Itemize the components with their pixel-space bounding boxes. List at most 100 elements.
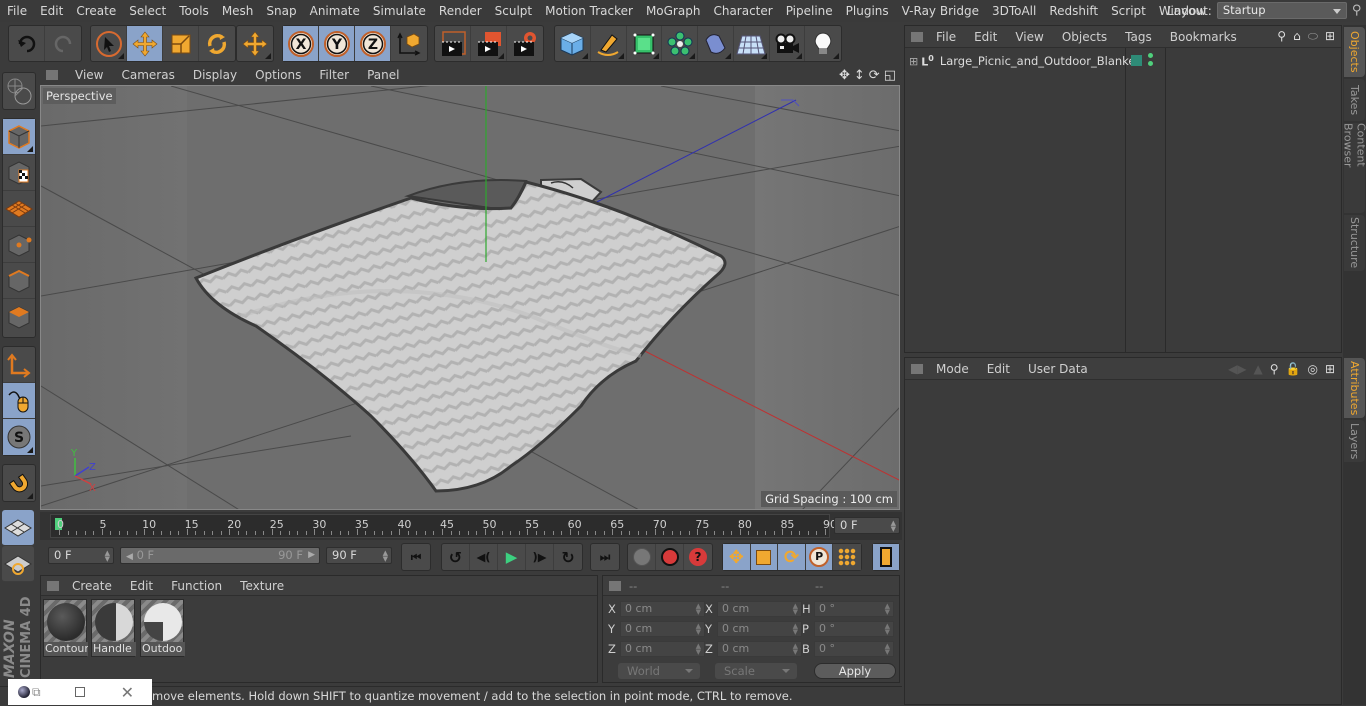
undo-button[interactable]	[9, 26, 45, 61]
texture-mode-button[interactable]	[3, 155, 35, 191]
coord-field[interactable]: 0 cm ▲ ▼	[717, 641, 802, 657]
model-mode-button[interactable]	[3, 119, 35, 155]
tab-takes[interactable]: Takes	[1344, 79, 1365, 121]
viewport-menu-options[interactable]: Options	[246, 68, 310, 82]
menu-select[interactable]: Select	[122, 4, 172, 18]
workplane-mode-button[interactable]	[3, 191, 35, 227]
tweak-mode-button[interactable]	[3, 383, 35, 419]
visibility-dot-editor[interactable]	[1131, 55, 1142, 66]
range-left-arrow-icon[interactable]: ◀	[126, 552, 133, 562]
object-menu-objects[interactable]: Objects	[1053, 30, 1116, 44]
menu-simulate[interactable]: Simulate	[366, 4, 432, 18]
cube-object-button[interactable]	[555, 26, 591, 61]
tab-objects[interactable]: Objects	[1344, 27, 1365, 77]
enable-axis-button[interactable]	[3, 347, 35, 383]
key-rotation-button[interactable]: ⟳	[778, 544, 806, 570]
record-button[interactable]	[656, 544, 684, 570]
lock-icon[interactable]: 🔓	[1286, 362, 1301, 376]
render-to-picture-viewer-button[interactable]	[471, 26, 507, 61]
search-icon[interactable]: ⚲	[1270, 362, 1279, 376]
search-icon[interactable]: ⚲	[1352, 3, 1362, 18]
menu-edit[interactable]: Edit	[33, 4, 69, 18]
key-parameter-button[interactable]: P	[805, 544, 834, 570]
play-button[interactable]: ▶	[498, 544, 526, 570]
record-active-objects-button[interactable]	[628, 544, 656, 570]
next-key-button[interactable]: ↻	[554, 544, 582, 570]
menu-motion-tracker[interactable]: Motion Tracker	[538, 4, 639, 18]
next-frame-button[interactable]: )▶	[526, 544, 554, 570]
home-icon[interactable]: ⌂	[1293, 29, 1301, 44]
menu-script[interactable]: Script	[1104, 4, 1152, 18]
tab-attributes[interactable]: Attributes	[1344, 358, 1365, 418]
pen-spline-button[interactable]	[591, 26, 627, 61]
coord-field[interactable]: 0 ° ▲ ▼	[814, 601, 894, 617]
scale-tool-button[interactable]	[163, 26, 199, 61]
select-tool-button[interactable]	[91, 26, 127, 61]
panel-grip[interactable]	[911, 363, 923, 374]
autokey-button[interactable]: ?	[684, 544, 712, 570]
snap-button[interactable]	[3, 465, 35, 501]
snap-solo-button[interactable]: S	[3, 419, 35, 455]
object-name[interactable]: Large_Picnic_and_Outdoor_Blanket	[940, 54, 1140, 68]
x-axis-lock-button[interactable]: X	[283, 26, 319, 61]
toggle-layout-icon[interactable]: ◱	[884, 68, 896, 83]
redo-button[interactable]	[45, 26, 81, 61]
tab-structure[interactable]: Structure	[1344, 215, 1365, 271]
panel-grip[interactable]	[47, 580, 59, 591]
layout-dropdown[interactable]: Startup	[1216, 2, 1347, 19]
target-icon[interactable]: ◎	[1307, 362, 1317, 376]
render-toggle[interactable]	[1148, 61, 1153, 66]
object-menu-tags[interactable]: Tags	[1116, 30, 1161, 44]
previous-frame-button[interactable]: ◀(	[470, 544, 498, 570]
edges-mode-button[interactable]	[3, 263, 35, 299]
render-view-button[interactable]	[435, 26, 471, 61]
menu-create[interactable]: Create	[69, 4, 122, 18]
menu-mograph[interactable]: MoGraph	[639, 4, 707, 18]
go-to-end-button[interactable]: ⏭	[591, 544, 619, 570]
menu-character[interactable]: Character	[706, 4, 778, 18]
new-view-icon[interactable]: ⊞	[1325, 362, 1335, 376]
key-scale-button[interactable]	[750, 544, 779, 570]
menu-3dtoall[interactable]: 3DToAll	[985, 4, 1042, 18]
timeline-window-button[interactable]	[873, 544, 899, 570]
menu-render[interactable]: Render	[432, 4, 488, 18]
coord-field[interactable]: 0 cm ▲ ▼	[620, 621, 705, 637]
workplane-settings-button[interactable]	[2, 546, 34, 582]
back-arrow-icon[interactable]: ◀▶	[1228, 362, 1246, 376]
menu-sculpt[interactable]: Sculpt	[488, 4, 538, 18]
coord-field[interactable]: 0 cm ▲ ▼	[717, 621, 802, 637]
object-menu-bookmarks[interactable]: Bookmarks	[1161, 30, 1246, 44]
3d-viewport[interactable]: Y Z X Perspective Grid Spacing : 100 cm	[40, 85, 900, 510]
render-settings-button[interactable]	[507, 26, 543, 61]
timeline-ruler[interactable]: 0 5 10 15 20 25 30 35 40 45 50 55 60 65 70 75 80 85 90	[50, 514, 837, 538]
attributes-menu-edit[interactable]: Edit	[978, 362, 1019, 376]
viewport-menu-view[interactable]: View	[66, 68, 112, 82]
material-swatch[interactable]: Handle	[91, 599, 136, 657]
camera-button[interactable]	[770, 26, 806, 61]
dolly-view-icon[interactable]: ↕	[854, 68, 865, 83]
subdivision-surface-button[interactable]	[627, 26, 663, 61]
apply-button[interactable]: Apply	[814, 663, 896, 679]
menu-file[interactable]: File	[0, 4, 33, 18]
object-menu-edit[interactable]: Edit	[965, 30, 1006, 44]
range-right-arrow-icon[interactable]: ▶	[308, 548, 315, 563]
coord-field[interactable]: 0 ° ▲ ▼	[814, 621, 894, 637]
start-frame-field[interactable]: 0 F ▲ ▼	[48, 547, 114, 564]
deformer-button[interactable]	[698, 26, 734, 61]
tab-layers[interactable]: Layers	[1344, 420, 1365, 462]
menu-plugins[interactable]: Plugins	[839, 4, 895, 18]
material-swatch[interactable]: Outdoo	[140, 599, 185, 657]
pan-view-icon[interactable]: ✥	[839, 68, 850, 83]
menu-mesh[interactable]: Mesh	[215, 4, 260, 18]
material-menu-texture[interactable]: Texture	[231, 579, 293, 593]
material-menu-function[interactable]: Function	[162, 579, 231, 593]
viewport-menu-cameras[interactable]: Cameras	[112, 68, 183, 82]
light-button[interactable]	[805, 26, 841, 61]
coord-field[interactable]: 0 cm ▲ ▼	[620, 641, 705, 657]
key-position-button[interactable]: ✥	[723, 544, 751, 570]
move-tool-button[interactable]	[127, 26, 163, 61]
workplane-lock-button[interactable]	[2, 510, 34, 546]
search-icon[interactable]: ⚲	[1277, 29, 1286, 44]
menu-snap[interactable]: Snap	[259, 4, 302, 18]
object-row[interactable]: ⊞ L0 Large_Picnic_and_Outdoor_Blanket	[905, 50, 1341, 72]
